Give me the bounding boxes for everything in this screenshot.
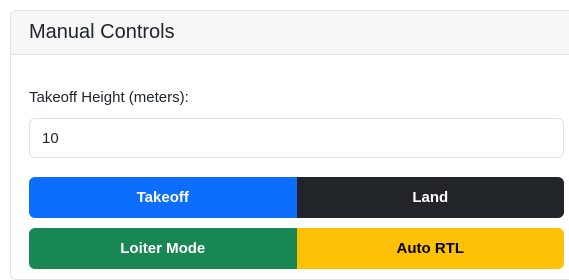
auto-rtl-button[interactable]: Auto RTL: [296, 228, 564, 269]
takeoff-height-input[interactable]: [29, 118, 564, 158]
takeoff-button[interactable]: Takeoff: [29, 177, 297, 218]
flight-button-row-1: Takeoff Land: [29, 177, 564, 218]
panel-title: Manual Controls: [29, 21, 175, 43]
takeoff-height-label: Takeoff Height (meters):: [29, 89, 189, 106]
panel-header: Manual Controls: [11, 11, 569, 55]
flight-button-row-2: Loiter Mode Auto RTL: [29, 228, 564, 269]
loiter-mode-button[interactable]: Loiter Mode: [29, 228, 297, 269]
manual-controls-panel: Manual Controls Takeoff Height (meters):…: [10, 10, 569, 280]
land-button[interactable]: Land: [296, 177, 564, 218]
